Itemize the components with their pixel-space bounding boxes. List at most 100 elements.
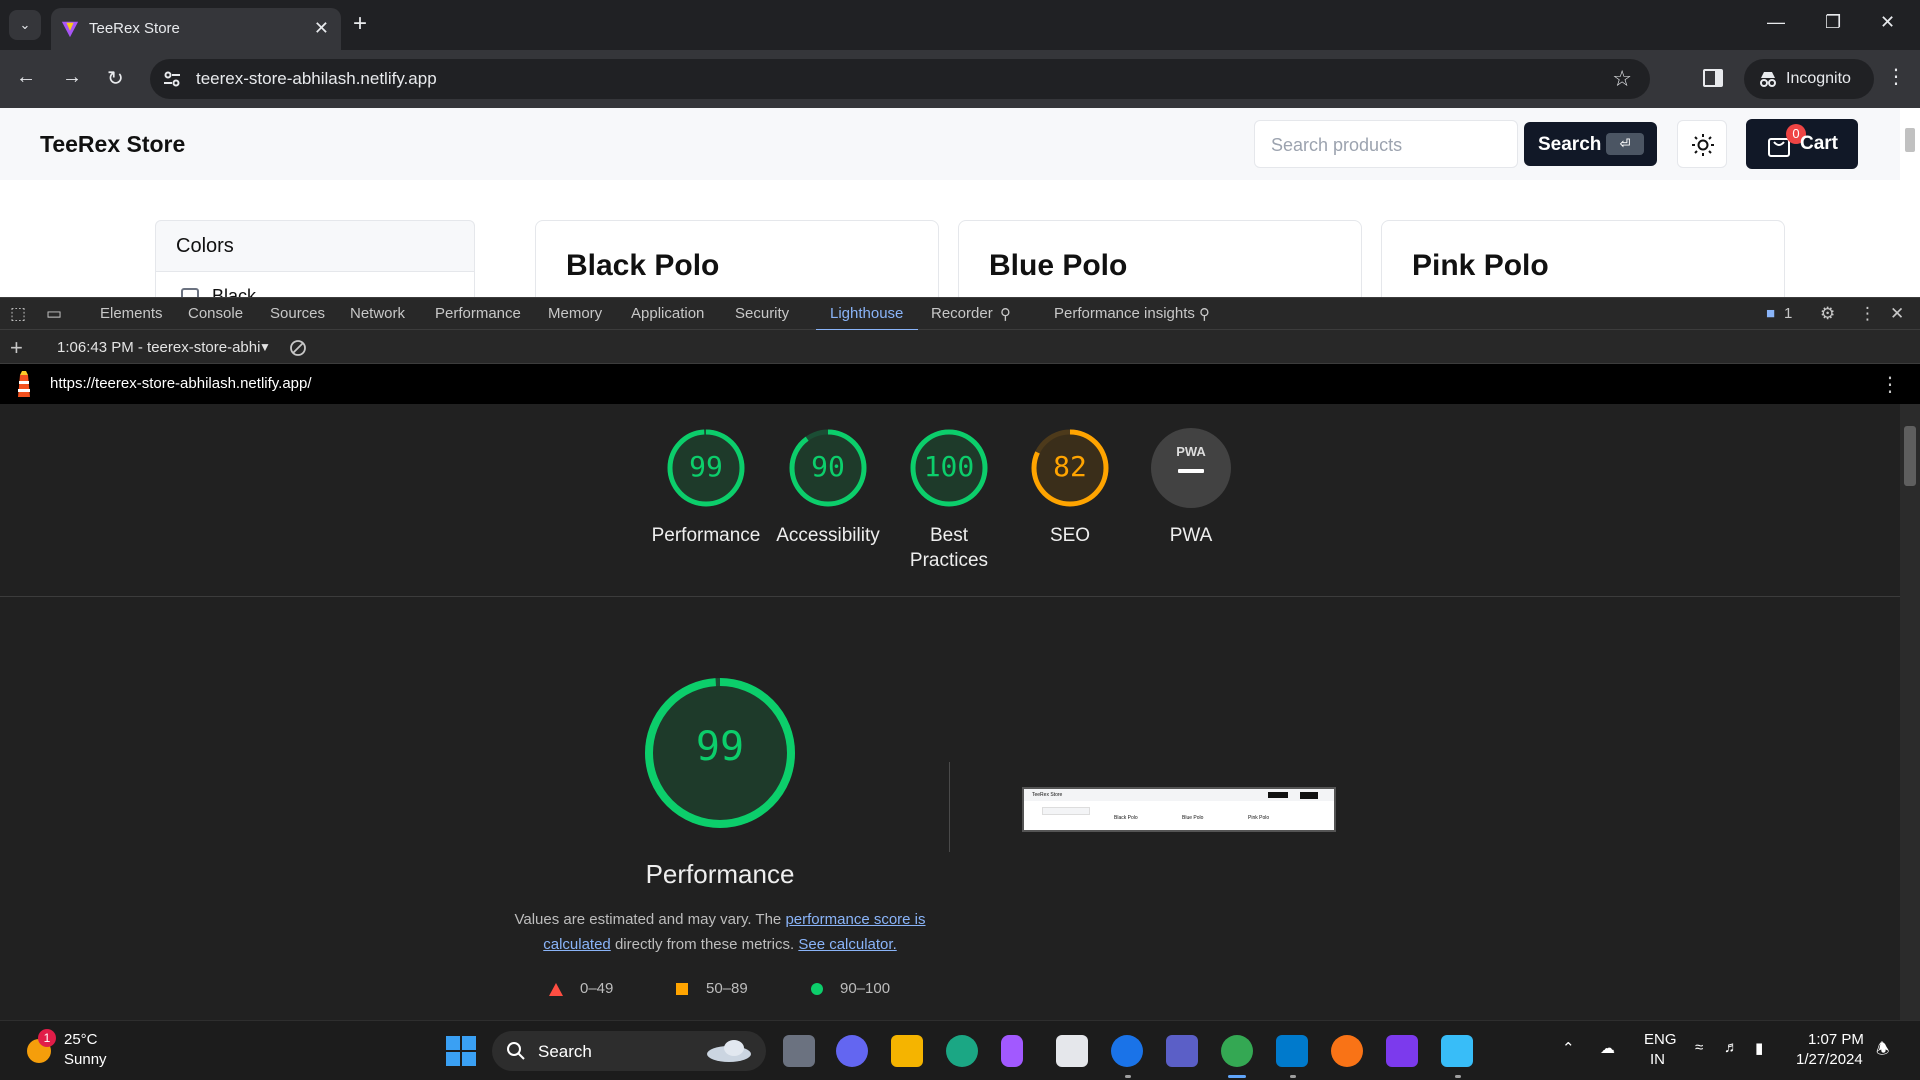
battery-icon[interactable]: ▮ xyxy=(1755,1039,1763,1057)
filter-option[interactable]: Black xyxy=(156,271,474,297)
devtools-tab-application[interactable]: Application xyxy=(631,305,704,322)
browser-tab[interactable]: TeeRex Store ✕ xyxy=(51,8,341,50)
taskbar-search-label: Search xyxy=(538,1042,592,1061)
forward-icon[interactable]: → xyxy=(62,66,82,89)
inspect-element-icon[interactable]: ⬚ xyxy=(10,304,26,324)
search-button-label: Search xyxy=(1538,134,1602,155)
bookmark-star-icon[interactable]: ☆ xyxy=(1612,66,1632,92)
filter-checkbox[interactable] xyxy=(181,288,199,297)
search-button[interactable]: Search ⏎ xyxy=(1524,122,1657,166)
incognito-label: Incognito xyxy=(1786,70,1851,87)
product-name: Blue Polo xyxy=(989,249,1128,282)
tab-search-button[interactable]: ⌄ xyxy=(9,10,41,40)
dropdown-arrow-icon[interactable]: ▼ xyxy=(259,340,271,354)
device-toolbar-icon[interactable]: ▭ xyxy=(46,304,62,324)
reload-icon[interactable]: ↻ xyxy=(107,66,124,91)
new-report-icon[interactable]: + xyxy=(10,335,23,361)
devtools-tab-recorder[interactable]: Recorder xyxy=(931,305,993,322)
running-indicator xyxy=(1455,1075,1461,1078)
gauge-label: Best Practices xyxy=(909,525,989,571)
product-name: Pink Polo xyxy=(1412,249,1549,282)
settings-gear-icon[interactable]: ⚙ xyxy=(1820,304,1835,324)
thumb-brand: TeeRex Store xyxy=(1032,792,1063,798)
microsoft-store-icon[interactable] xyxy=(1056,1035,1088,1067)
flask-icon: ⚲ xyxy=(1000,306,1011,323)
teams-icon[interactable] xyxy=(1166,1035,1198,1067)
product-card[interactable]: Blue Polo xyxy=(958,220,1362,297)
site-brand[interactable]: TeeRex Store xyxy=(40,131,185,158)
devtools-tab-performance-insights[interactable]: Performance insights xyxy=(1054,305,1195,322)
score-gauge-pwa[interactable]: PWA xyxy=(1151,428,1231,508)
devtools-tab-elements[interactable]: Elements xyxy=(100,305,163,322)
chrome-icon[interactable] xyxy=(1221,1035,1253,1067)
score-gauge-best-practices[interactable]: 100 xyxy=(909,428,989,508)
side-panel-icon[interactable] xyxy=(1703,69,1723,87)
legend-range-fail: 0–49 xyxy=(580,980,614,997)
edge-icon[interactable] xyxy=(946,1035,978,1067)
language-secondary[interactable]: IN xyxy=(1650,1051,1665,1068)
vscode-icon[interactable] xyxy=(1276,1035,1308,1067)
devtools-tab-lighthouse[interactable]: Lighthouse xyxy=(830,305,903,322)
devtools-scrollbar[interactable] xyxy=(1900,404,1920,1020)
issues-icon[interactable]: ■ xyxy=(1766,305,1775,322)
clock-date[interactable]: 1/27/2024 xyxy=(1796,1051,1863,1068)
show-hidden-icons[interactable]: ⌃ xyxy=(1562,1039,1575,1057)
wifi-icon[interactable]: ≈ xyxy=(1695,1039,1703,1056)
site-info-icon[interactable] xyxy=(162,69,182,89)
final-screenshot-thumbnail[interactable]: TeeRex Store Black Polo Blue Polo Pink P… xyxy=(1022,787,1336,832)
close-window-icon[interactable]: ✕ xyxy=(1880,12,1895,33)
taskbar-search[interactable]: Search xyxy=(492,1031,766,1071)
thumb-product: Pink Polo xyxy=(1248,815,1270,821)
devtools-tab-memory[interactable]: Memory xyxy=(548,305,602,322)
product-card[interactable]: Pink Polo xyxy=(1381,220,1785,297)
product-card[interactable]: Black Polo xyxy=(535,220,939,297)
report-menu-icon[interactable]: ⋮ xyxy=(1880,372,1900,397)
notification-bell-icon[interactable]: 🕭 xyxy=(1876,1039,1889,1064)
teams-meet-icon[interactable] xyxy=(836,1035,868,1067)
cart-button[interactable]: 0 Cart xyxy=(1746,119,1858,169)
firefox-developer-icon[interactable] xyxy=(1111,1035,1143,1067)
minimize-icon[interactable]: — xyxy=(1767,12,1785,33)
enter-key-icon: ⏎ xyxy=(1606,133,1644,155)
lighthouse-report: 99 Performance 90 Accessibility 100 Best… xyxy=(0,404,1900,1020)
devtools-menu-icon[interactable]: ⋮ xyxy=(1859,304,1876,324)
volume-icon[interactable]: ♬ xyxy=(1724,1039,1739,1056)
devtools-tab-security[interactable]: Security xyxy=(735,305,789,322)
clock-time[interactable]: 1:07 PM xyxy=(1808,1031,1864,1048)
score-gauge-performance[interactable]: 99 xyxy=(666,428,746,508)
windows-start-icon[interactable] xyxy=(446,1036,476,1066)
close-devtools-icon[interactable]: ✕ xyxy=(1890,304,1904,324)
report-selector[interactable]: 1:06:43 PM - teerex-store-abhi xyxy=(57,339,260,356)
postman-icon[interactable] xyxy=(1331,1035,1363,1067)
devtools-tab-network[interactable]: Network xyxy=(350,305,405,322)
theme-toggle-button[interactable] xyxy=(1677,120,1727,168)
score-gauge-seo[interactable]: 82 xyxy=(1030,428,1110,508)
close-tab-icon[interactable]: ✕ xyxy=(314,18,329,39)
page-scrollbar[interactable] xyxy=(1900,108,1920,297)
devtools-tab-performance[interactable]: Performance xyxy=(435,305,521,322)
figma-icon[interactable] xyxy=(1001,1035,1023,1067)
intellij-icon[interactable] xyxy=(1386,1035,1418,1067)
clear-reports-icon[interactable] xyxy=(289,339,307,357)
incognito-indicator[interactable]: Incognito xyxy=(1744,59,1874,99)
desc-text: Values are estimated and may vary. The xyxy=(514,911,782,928)
score-gauge-accessibility[interactable]: 90 xyxy=(788,428,868,508)
language-primary[interactable]: ENG xyxy=(1644,1031,1677,1048)
back-icon[interactable]: ← xyxy=(16,66,36,89)
see-calculator-link[interactable]: See calculator. xyxy=(798,936,896,953)
notepad-icon[interactable] xyxy=(1441,1035,1473,1067)
devtools-scrollbar-thumb[interactable] xyxy=(1904,426,1916,486)
file-explorer-icon[interactable] xyxy=(891,1035,923,1067)
lighthouse-logo-icon xyxy=(18,371,30,397)
onedrive-icon[interactable]: ☁ xyxy=(1600,1039,1615,1057)
devtools-tab-console[interactable]: Console xyxy=(188,305,243,322)
thumb-product: Blue Polo xyxy=(1182,815,1204,821)
devtools-tab-sources[interactable]: Sources xyxy=(270,305,325,322)
restore-icon[interactable]: ❐ xyxy=(1825,12,1841,33)
address-bar[interactable]: teerex-store-abhilash.netlify.app ☆ xyxy=(150,59,1650,99)
page-scrollbar-thumb[interactable] xyxy=(1905,128,1915,152)
search-input[interactable]: Search products xyxy=(1254,120,1518,168)
browser-menu-icon[interactable]: ⋮ xyxy=(1886,64,1906,89)
task-view-icon[interactable] xyxy=(783,1035,815,1067)
new-tab-button[interactable]: + xyxy=(353,10,367,38)
